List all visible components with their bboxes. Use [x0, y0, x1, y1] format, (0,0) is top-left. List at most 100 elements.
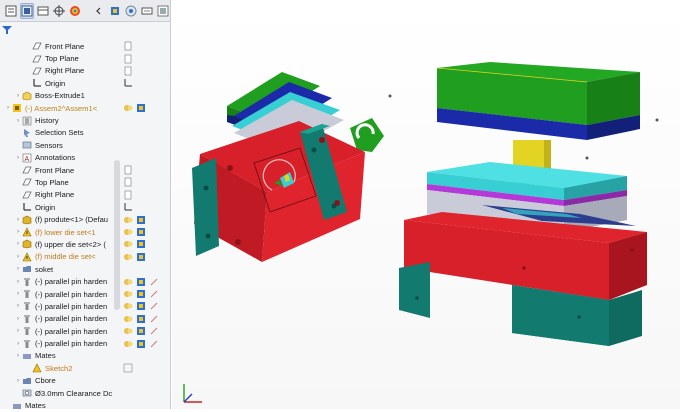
- scene-icon[interactable]: [140, 3, 154, 19]
- eye-status-icon[interactable]: [123, 177, 133, 187]
- expand-arrow-icon[interactable]: ›: [14, 254, 22, 260]
- expand-arrow-icon[interactable]: ›: [14, 378, 22, 384]
- assem-status-icon[interactable]: [123, 215, 133, 225]
- decal-icon[interactable]: [156, 3, 170, 19]
- tree-item[interactable]: › (-) Assem2^Assem1<: [0, 102, 121, 114]
- eye-status-icon[interactable]: [123, 66, 133, 76]
- rotated-die-assembly[interactable]: [192, 72, 384, 262]
- assem-status-icon[interactable]: [123, 339, 133, 349]
- link-status-icon[interactable]: [149, 277, 159, 287]
- tree-item[interactable]: Top Plane: [0, 52, 121, 64]
- eye-status-icon[interactable]: [123, 41, 133, 51]
- comp-status-icon[interactable]: [136, 239, 146, 249]
- tree-item[interactable]: › (-) parallel pin harden: [0, 288, 121, 300]
- comp-status-icon[interactable]: [136, 215, 146, 225]
- feature-tree-tab-icon[interactable]: [4, 3, 18, 19]
- expand-arrow-icon[interactable]: ›: [14, 353, 22, 359]
- tree-item[interactable]: Sketch2: [0, 362, 121, 374]
- property-manager-tab-icon[interactable]: [19, 2, 35, 19]
- tree-item[interactable]: Origin: [0, 77, 121, 89]
- comp-status-icon[interactable]: [136, 314, 146, 324]
- assem-status-icon[interactable]: [123, 314, 133, 324]
- comp-status-icon[interactable]: [136, 252, 146, 262]
- comp-status-icon[interactable]: [136, 103, 146, 113]
- tree-item[interactable]: › (f) middle die set<: [0, 251, 121, 263]
- tree-item[interactable]: › (-) parallel pin harden: [0, 337, 121, 349]
- expand-arrow-icon[interactable]: ›: [14, 279, 22, 285]
- tree-item[interactable]: › Mates: [0, 350, 121, 362]
- expand-arrow-icon[interactable]: ›: [4, 105, 12, 111]
- display-manager-tab-icon[interactable]: [68, 3, 82, 19]
- tree-item[interactable]: › (f) produte<1> (Defau: [0, 213, 121, 225]
- expand-arrow-icon[interactable]: ›: [14, 303, 22, 309]
- comp-status-icon[interactable]: [136, 227, 146, 237]
- tree-item[interactable]: Front Plane: [0, 40, 121, 52]
- tree-item[interactable]: Selection Sets: [0, 127, 121, 139]
- tree-item[interactable]: Right Plane: [0, 189, 121, 201]
- expand-arrow-icon[interactable]: ›: [14, 328, 22, 334]
- expand-arrow-icon[interactable]: ›: [14, 155, 22, 161]
- eye-status-icon[interactable]: [123, 54, 133, 64]
- tree-item[interactable]: › History: [0, 114, 121, 126]
- link-status-icon[interactable]: [149, 326, 159, 336]
- sketch-status-icon[interactable]: [123, 363, 133, 373]
- configuration-manager-tab-icon[interactable]: [36, 3, 50, 19]
- model-3d-view[interactable]: [172, 0, 680, 409]
- appearance-icon[interactable]: [124, 3, 138, 19]
- tree-item[interactable]: Ø3.0mm Clearance Dc: [0, 387, 121, 399]
- assem-status-icon[interactable]: [123, 326, 133, 336]
- expand-arrow-icon[interactable]: ›: [14, 118, 22, 124]
- expand-arrow-icon[interactable]: ›: [14, 291, 22, 297]
- comp-status-icon[interactable]: [136, 277, 146, 287]
- tree-item[interactable]: Top Plane: [0, 176, 121, 188]
- origin-status-icon[interactable]: [123, 202, 133, 212]
- expand-arrow-icon[interactable]: ›: [14, 217, 22, 223]
- tree-item[interactable]: › (-) parallel pin harden: [0, 275, 121, 287]
- eye-status-icon[interactable]: [123, 165, 133, 175]
- tree-item[interactable]: › Boss-Extrude1: [0, 90, 121, 102]
- tree-item[interactable]: › (-) parallel pin harden: [0, 300, 121, 312]
- tree-item[interactable]: › Cbore: [0, 375, 121, 387]
- assem-status-icon[interactable]: [123, 289, 133, 299]
- expand-arrow-icon[interactable]: ›: [14, 229, 22, 235]
- origin-status-icon[interactable]: [123, 78, 133, 88]
- tree-item[interactable]: › soket: [0, 263, 121, 275]
- expand-arrow-icon[interactable]: ›: [14, 241, 22, 247]
- tree-item[interactable]: Sensors: [0, 139, 121, 151]
- expand-arrow-icon[interactable]: ›: [14, 93, 22, 99]
- tree-item[interactable]: Mates: [0, 399, 121, 411]
- assem-status-icon[interactable]: [123, 239, 133, 249]
- comp-status-icon[interactable]: [136, 326, 146, 336]
- tree-item[interactable]: Front Plane: [0, 164, 121, 176]
- link-status-icon[interactable]: [149, 314, 159, 324]
- tree-scrollbar[interactable]: [114, 160, 120, 310]
- assem-status-icon[interactable]: [123, 103, 133, 113]
- tree-item[interactable]: › (-) parallel pin harden: [0, 325, 121, 337]
- tree-item[interactable]: › A Annotations: [0, 152, 121, 164]
- comp-status-icon[interactable]: [136, 289, 146, 299]
- tree-item[interactable]: › (f) lower die set<1: [0, 226, 121, 238]
- expand-arrow-icon[interactable]: ›: [14, 266, 22, 272]
- component-icon[interactable]: [108, 3, 122, 19]
- comp-status-icon[interactable]: [136, 339, 146, 349]
- tree-item[interactable]: Right Plane: [0, 65, 121, 77]
- tree-item[interactable]: Origin: [0, 201, 121, 213]
- tab-scroll-left-icon[interactable]: [92, 3, 106, 19]
- expand-arrow-icon[interactable]: ›: [14, 316, 22, 322]
- tree-item[interactable]: › (-) parallel pin harden: [0, 313, 121, 325]
- assem-status-icon[interactable]: [123, 252, 133, 262]
- link-status-icon[interactable]: [149, 289, 159, 299]
- comp-status-icon[interactable]: [136, 301, 146, 311]
- tree-item[interactable]: › (f) upper die set<2> (: [0, 238, 121, 250]
- eye-status-icon[interactable]: [123, 190, 133, 200]
- dimxpert-tab-icon[interactable]: [52, 3, 66, 19]
- assem-status-icon[interactable]: [123, 227, 133, 237]
- filter-icon[interactable]: [2, 25, 14, 37]
- exploded-die-assembly[interactable]: [388, 62, 659, 346]
- link-status-icon[interactable]: [149, 339, 159, 349]
- assem-status-icon[interactable]: [123, 301, 133, 311]
- expand-arrow-icon[interactable]: ›: [14, 341, 22, 347]
- link-status-icon[interactable]: [149, 301, 159, 311]
- graphics-viewport[interactable]: [172, 0, 680, 409]
- assem-status-icon[interactable]: [123, 277, 133, 287]
